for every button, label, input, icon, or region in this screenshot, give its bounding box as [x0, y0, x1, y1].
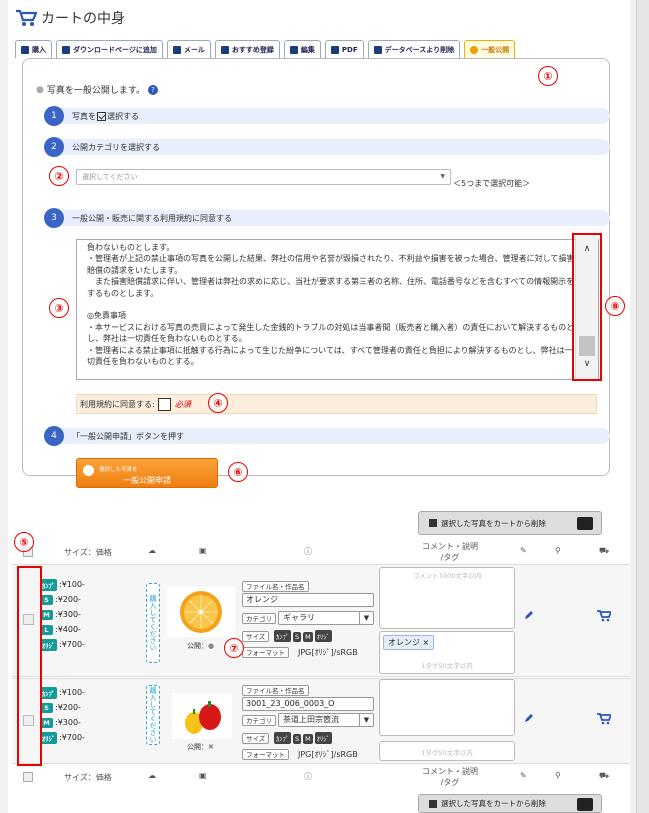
page-title: カートの中身 [15, 8, 125, 28]
cart-remove-icon [577, 517, 593, 530]
pencil-icon: ✎ [520, 546, 527, 555]
price-list: ｶﾝﾌﾟ:¥100- S:¥200- M:¥300- L:¥400- ｵﾘｼﾞ:… [40, 578, 85, 651]
category-dropdown[interactable]: 茶道上田宗箇流 ▼ [278, 713, 374, 727]
globe-icon [470, 45, 479, 54]
table-row: ｶﾝﾌﾟ:¥100- S:¥200- M:¥300- ｵﾘｼﾞ:¥700- 購入… [12, 678, 630, 764]
globe-icon: ● [208, 642, 215, 650]
table-row: ｶﾝﾌﾟ:¥100- S:¥200- M:¥300- L:¥400- ｵﾘｼﾞ:… [12, 564, 630, 677]
tab-edit[interactable]: 編集 [283, 40, 321, 58]
publish-apply-button[interactable]: 選択した写真を 一般公開申請 [76, 458, 218, 488]
link-icon: ⚲ [555, 771, 561, 780]
table-header: サイズ：価格 ☁ ▣ ⓘ コメント・説明/タグ ✎ ⚲ ⛟ [12, 541, 630, 563]
checkbox-icon [429, 799, 437, 808]
terms-text: 負わないものとします。 ・管理者が上記の禁止事項の写真を公開した結果、弊社の信用… [87, 243, 575, 367]
size-badges: ｶﾝﾌﾟ S M ｵﾘｼﾞ [274, 732, 334, 744]
tag-input[interactable]: 1タグ50文字以内 [379, 741, 515, 761]
star-icon [220, 45, 229, 54]
purchase-hint: 購入してください [146, 583, 160, 663]
link-icon: ⚲ [555, 546, 561, 555]
cloud-icon: ☁ [148, 546, 156, 555]
help-icon[interactable]: ? [147, 84, 158, 95]
tab-publish[interactable]: 一般公開 [464, 40, 516, 58]
action-tabs: 購入 ダウンロードページに追加 メール おすすめ登録 編集 PDF データベース… [15, 40, 516, 58]
not-public-icon: ✖ [208, 743, 214, 751]
table-footer-header: サイズ：価格 ☁ ▣ ⓘ コメント・説明/タグ ✎ ⚲ ⛟ [12, 766, 630, 788]
chevron-down-icon: ▼ [359, 612, 373, 624]
step-4: 4 「一般公開申請」ボタンを押す [44, 426, 610, 446]
filename-input[interactable]: 3001_23_006_0003_O [242, 697, 374, 711]
annotation-7: ⑦ [224, 638, 244, 658]
pencil-icon [289, 45, 298, 54]
cart-icon: ⛟ [599, 546, 610, 555]
filename-input[interactable]: オレンジ [242, 593, 374, 607]
agree-checkbox[interactable] [157, 397, 171, 411]
terms-textarea[interactable]: 負わないものとします。 ・管理者が上記の禁止事項の写真を公開した結果、弊社の信用… [76, 239, 599, 380]
annotation-3: ③ [49, 298, 69, 318]
checkbox-icon [429, 519, 437, 527]
comment-textarea[interactable]: コメント1000文字以内 [379, 567, 515, 629]
trash-icon [373, 45, 382, 54]
purchase-hint: 購入してください [146, 685, 160, 745]
agree-row: 利用規約に同意する: 必須 [76, 394, 597, 414]
cart-icon [21, 45, 29, 54]
tab-purchase[interactable]: 購入 [15, 40, 52, 58]
edit-pencil-icon[interactable] [524, 713, 534, 723]
cloud-download-icon [62, 45, 70, 54]
info-icon: ⓘ [304, 547, 312, 556]
category-limit-note: ＜5つまで選択可能＞ [453, 179, 531, 188]
edit-pencil-icon[interactable] [524, 610, 534, 620]
publish-intro: ● 写真を一般公開します。 ? [36, 83, 158, 96]
step-2: 2 公開カテゴリを選択する [44, 137, 610, 157]
annotation-8: ⑧ [605, 296, 625, 316]
tab-delete-db[interactable]: データベースより削除 [367, 40, 461, 58]
annotation-4: ④ [208, 393, 228, 413]
step-3: 3 一般公開・販売に関する利用規約に同意する [44, 208, 610, 228]
image-icon: ▣ [199, 546, 207, 555]
cart-icon: ⛟ [599, 771, 610, 780]
mail-icon [172, 45, 181, 54]
chevron-down-icon: ▼ [440, 173, 445, 180]
select-all-checkbox[interactable] [23, 772, 33, 782]
category-select[interactable]: 選択してください ▼ [76, 169, 451, 185]
tab-add-download[interactable]: ダウンロードページに追加 [56, 40, 163, 58]
highlight-terms-scrollbar [572, 233, 602, 381]
delete-from-cart-button-bottom[interactable]: 選択した写真をカートから削除 [418, 794, 602, 813]
cart-remove-icon [577, 798, 593, 811]
pencil-icon: ✎ [520, 771, 527, 780]
tag-input[interactable]: オレンジ × 1タグ50文字以内 [379, 631, 515, 674]
tab-pdf[interactable]: PDF [324, 40, 364, 58]
add-to-cart-icon[interactable] [597, 713, 611, 725]
cloud-icon: ☁ [148, 771, 156, 780]
pepper-photo [172, 693, 232, 739]
tag-chip[interactable]: オレンジ × [383, 635, 435, 650]
annotation-2: ② [49, 166, 69, 186]
add-to-cart-icon[interactable] [597, 610, 611, 622]
page-title-text: カートの中身 [41, 11, 125, 27]
orange-photo [167, 587, 235, 637]
checkbox-icon [97, 111, 106, 121]
arrow-icon: ● [36, 84, 44, 95]
comment-textarea[interactable] [379, 679, 515, 736]
annotation-1: ① [538, 66, 558, 86]
pdf-icon [330, 45, 339, 54]
info-icon: ⓘ [304, 772, 312, 781]
tab-recommend[interactable]: おすすめ登録 [214, 40, 280, 58]
chevron-down-icon: ▼ [359, 714, 373, 726]
page-scrollbar[interactable] [636, 0, 649, 813]
size-badges: ｶﾝﾌﾟ S M ｵﾘｼﾞ [274, 630, 334, 642]
price-list: ｶﾝﾌﾟ:¥100- S:¥200- M:¥300- ｵﾘｼﾞ:¥700- [40, 686, 85, 744]
highlight-row-checkboxes [17, 566, 42, 766]
category-dropdown[interactable]: ギャラリ ▼ [278, 611, 374, 625]
step-1: 1 写真を 選択する [44, 106, 610, 126]
annotation-6: ⑥ [228, 462, 248, 482]
annotation-5: ⑤ [14, 532, 34, 552]
cart-icon [16, 9, 37, 26]
image-icon: ▣ [199, 771, 207, 780]
tab-mail[interactable]: メール [166, 40, 211, 58]
delete-from-cart-button[interactable]: 選択した写真をカートから削除 [418, 511, 602, 535]
